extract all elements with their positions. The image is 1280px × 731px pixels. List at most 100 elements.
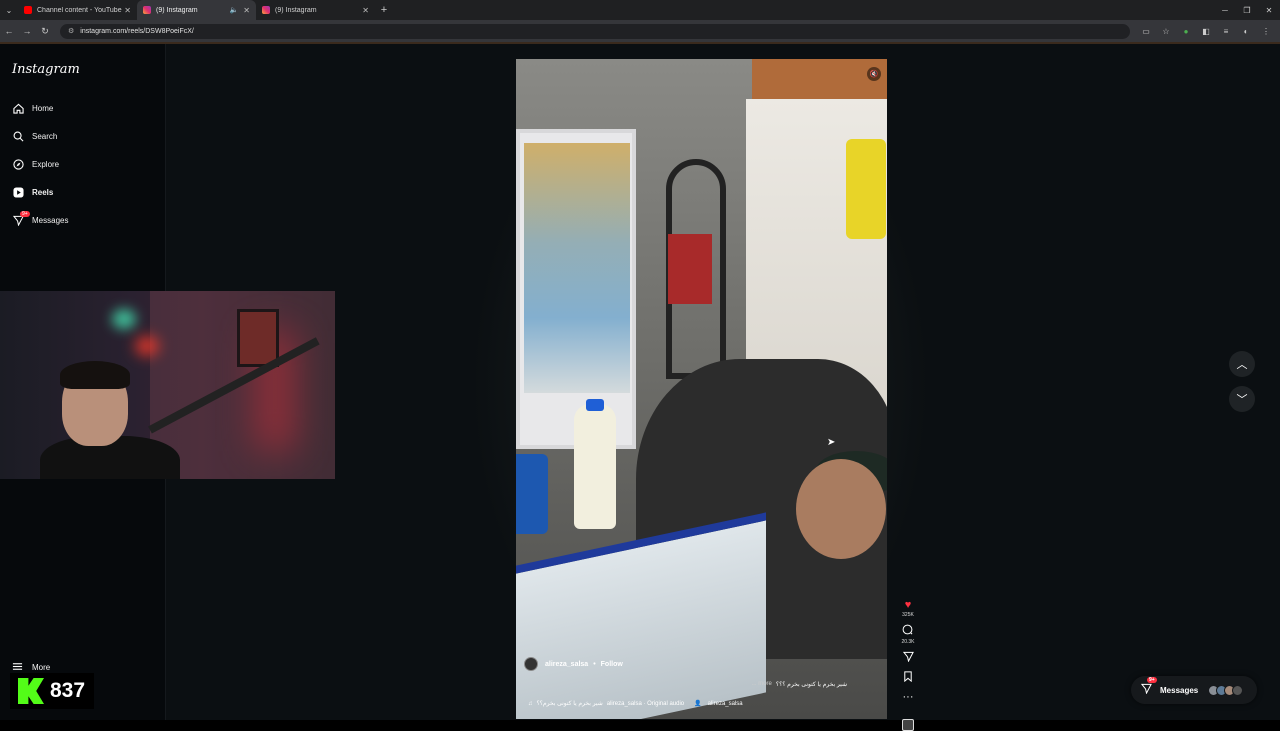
audio-thumbnail[interactable] <box>902 719 914 731</box>
reel-caption[interactable]: ... more شیر بخرم یا کتونی بخرم ؟؟؟ <box>752 681 847 688</box>
youtube-icon <box>24 6 32 14</box>
notification-badge: 9+ <box>20 211 30 217</box>
browser-toolbar: ← → ↻ ⚙ instagram.com/reels/DSW8PoeiFcX/… <box>0 20 1280 42</box>
window-controls: ─ ❐ ✕ <box>1214 0 1280 20</box>
message-avatars <box>1208 684 1244 696</box>
extensions-puzzle-icon[interactable]: ◧ <box>1196 27 1216 36</box>
bookmark-star-icon[interactable]: ☆ <box>1156 27 1176 36</box>
menu-icon[interactable]: ⋮ <box>1256 27 1276 36</box>
bookmark-icon <box>903 671 913 685</box>
restore-icon[interactable]: ❐ <box>1236 0 1258 20</box>
more-options-button[interactable]: ··· <box>903 691 914 703</box>
reels-icon <box>12 186 24 198</box>
sidebar-item-label: Messages <box>32 215 69 225</box>
reel-actions: ♥ 325K 20.3K ··· <box>897 599 919 731</box>
share-button[interactable] <box>902 651 914 665</box>
avatar <box>1232 684 1244 696</box>
kick-logo-icon <box>18 678 44 704</box>
sidebar-item-reels[interactable]: Reels <box>12 184 53 200</box>
media-icon[interactable]: ≡ <box>1216 27 1236 36</box>
follow-button[interactable]: Follow <box>601 661 623 668</box>
sidebar-item-explore[interactable]: Explore <box>12 156 59 172</box>
like-button[interactable]: ♥ 325K <box>902 599 914 618</box>
tab-title: (9) Instagram <box>156 6 198 14</box>
explore-icon <box>12 158 24 170</box>
messages-label: Messages <box>1160 685 1199 695</box>
heart-icon: ♥ <box>904 599 912 611</box>
cast-icon[interactable]: ▭ <box>1136 27 1156 36</box>
viewer-counter: 837 <box>10 673 94 709</box>
reel-video[interactable]: 🔇 ➤ alireza_salsa • Follow ... more شیر … <box>516 59 887 719</box>
tab-audio-icon[interactable]: 🔈 <box>230 6 239 14</box>
notification-badge: 9+ <box>1147 677 1157 683</box>
messages-icon: 9+ <box>12 211 30 226</box>
sidebar-item-messages[interactable]: 9+ Messages <box>12 211 69 228</box>
comment-icon <box>902 624 913 638</box>
sidebar-item-home[interactable]: Home <box>12 100 53 116</box>
browser-tabbar: ⌄ Channel content - YouTube Stu ✕ (9) In… <box>0 0 1280 20</box>
audio-title: شیر بخرم یا کتونی بخرم؟؟ <box>536 701 603 707</box>
forward-icon[interactable]: → <box>18 26 36 36</box>
mute-toggle-icon[interactable]: 🔇 <box>867 67 881 81</box>
video-scene <box>752 59 887 104</box>
comment-button[interactable]: 20.3K <box>901 624 915 645</box>
browser-tab-active[interactable]: (9) Instagram 🔈 ✕ <box>137 0 256 20</box>
back-icon[interactable]: ← <box>0 26 18 36</box>
tab-close-icon[interactable]: ✕ <box>243 6 250 15</box>
previous-reel-button[interactable]: ︿ <box>1229 351 1255 377</box>
audio-source: alireza_salsa · Original audio <box>606 700 685 707</box>
address-bar[interactable]: ⚙ instagram.com/reels/DSW8PoeiFcX/ <box>60 23 1130 39</box>
mouse-cursor-icon: ➤ <box>827 437 836 448</box>
instagram-page: Instagram Home Search Explore Reels 9+ M… <box>0 44 1280 731</box>
tab-close-icon[interactable]: ✕ <box>362 6 369 15</box>
close-window-icon[interactable]: ✕ <box>1258 0 1280 20</box>
video-scene <box>516 129 636 449</box>
viewer-count: 837 <box>50 679 86 702</box>
new-tab-icon[interactable]: + <box>375 4 393 16</box>
tab-title: (9) Instagram <box>275 6 317 14</box>
messages-icon: 9+ <box>1140 677 1157 697</box>
video-scene <box>586 399 604 411</box>
messages-pill[interactable]: 9+ Messages <box>1131 676 1257 704</box>
sidebar-item-label: More <box>32 663 51 672</box>
instagram-logo[interactable]: Instagram <box>12 62 80 77</box>
extension-icon[interactable]: ● <box>1176 27 1196 36</box>
video-scene <box>846 139 886 239</box>
instagram-icon <box>262 6 270 14</box>
sidebar-item-label: Home <box>32 103 54 113</box>
save-button[interactable] <box>903 671 913 685</box>
video-scene <box>668 234 712 304</box>
avatar[interactable] <box>524 657 538 671</box>
chevron-down-icon: ﹀ <box>1236 394 1248 406</box>
tab-search-icon[interactable]: ⌄ <box>0 0 18 20</box>
tab-title: Channel content - YouTube Stu <box>37 6 124 14</box>
caption-text: شیر بخرم یا کتونی بخرم ؟؟؟ <box>775 682 847 688</box>
sidebar-item-search[interactable]: Search <box>12 128 57 144</box>
person-icon: 👤 <box>694 701 702 707</box>
reload-icon[interactable]: ↻ <box>36 26 54 37</box>
browser-tab[interactable]: (9) Instagram ✕ <box>256 0 375 20</box>
music-note-icon: ♫ <box>528 700 533 707</box>
minimize-icon[interactable]: ─ <box>1214 0 1236 20</box>
tagged-user[interactable]: alireza_salsa <box>708 701 743 707</box>
site-info-icon[interactable]: ⚙ <box>68 27 74 35</box>
video-scene <box>796 459 886 559</box>
profile-icon[interactable]: ◐ <box>1236 27 1256 36</box>
browser-tab[interactable]: Channel content - YouTube Stu ✕ <box>18 0 137 20</box>
sidebar-item-label: Search <box>32 131 58 141</box>
reel-author: alireza_salsa • Follow <box>524 657 623 671</box>
search-icon <box>12 130 24 142</box>
reel-audio[interactable]: ♫ شیر بخرم یا کتونی بخرم؟؟ alireza_salsa… <box>528 700 747 708</box>
comment-count: 20.3K <box>901 639 915 645</box>
reel-username[interactable]: alireza_salsa <box>545 661 588 668</box>
streamer-webcam <box>0 291 335 479</box>
caption-more-link[interactable]: ... more <box>752 681 772 688</box>
sidebar-item-label: Reels <box>32 187 54 197</box>
share-icon <box>902 651 914 665</box>
next-reel-button[interactable]: ﹀ <box>1229 386 1255 412</box>
like-count: 325K <box>902 612 914 618</box>
separator-dot: • <box>593 660 596 668</box>
url-text: instagram.com/reels/DSW8PoeiFcX/ <box>80 27 194 35</box>
tab-close-icon[interactable]: ✕ <box>124 6 131 15</box>
sidebar-item-label: Explore <box>32 159 60 169</box>
